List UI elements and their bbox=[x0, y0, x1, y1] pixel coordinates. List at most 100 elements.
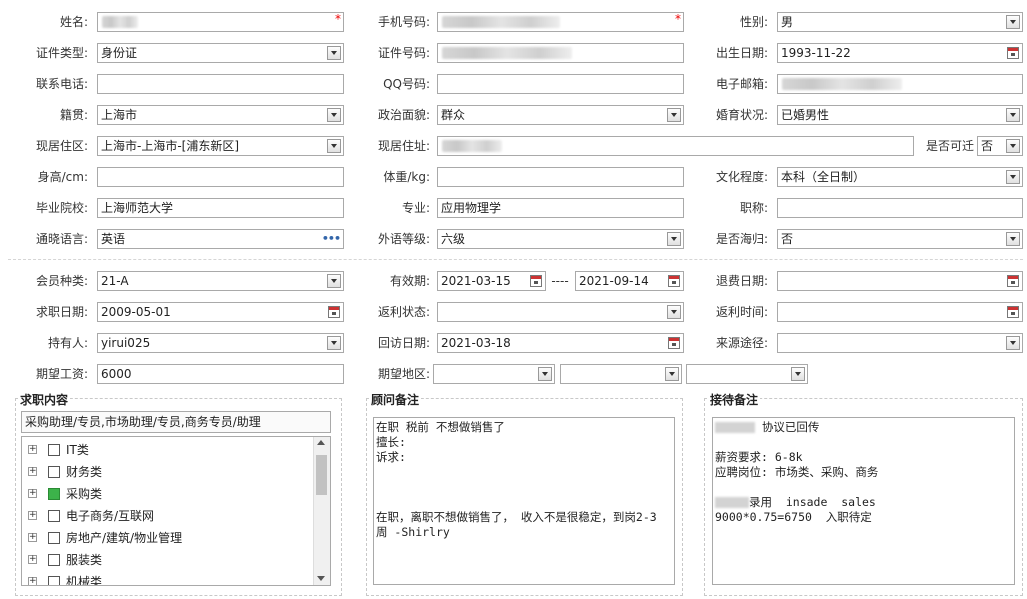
expand-icon[interactable]: + bbox=[28, 511, 37, 520]
tree-item-label: 服装类 bbox=[66, 553, 103, 567]
height-field[interactable] bbox=[97, 167, 344, 187]
calendar-icon[interactable] bbox=[668, 337, 680, 349]
language-field[interactable]: 英语 ••• bbox=[97, 229, 344, 249]
expand-icon[interactable]: + bbox=[28, 533, 37, 542]
refund-date-field[interactable] bbox=[777, 271, 1023, 291]
dropdown-icon[interactable] bbox=[667, 108, 681, 122]
tree-checkbox[interactable] bbox=[48, 466, 60, 478]
tree-checkbox[interactable] bbox=[48, 444, 60, 456]
member-type-select[interactable]: 21-A bbox=[97, 271, 344, 291]
holder-label: 持有人: bbox=[47, 336, 88, 350]
scroll-thumb[interactable] bbox=[316, 455, 327, 495]
lang-level-value: 六级 bbox=[441, 232, 466, 246]
dropdown-icon[interactable] bbox=[327, 139, 341, 153]
dropdown-icon[interactable] bbox=[667, 232, 681, 246]
tree-scrollbar[interactable] bbox=[313, 437, 330, 585]
overseas-select[interactable]: 否 bbox=[777, 229, 1023, 249]
email-field[interactable] bbox=[777, 74, 1023, 94]
dropdown-icon[interactable] bbox=[327, 108, 341, 122]
residence-area-value: 上海市-上海市-[浦东新区] bbox=[101, 139, 240, 153]
job-content-summary: 采购助理/专员,市场助理/专员,商务专员/助理 bbox=[21, 411, 331, 433]
relocate-select[interactable]: 否 bbox=[977, 136, 1023, 156]
tree-checkbox[interactable] bbox=[48, 488, 60, 500]
reception-calc-line: 9000*0.75=6750 入职待定 bbox=[715, 510, 872, 524]
scroll-up-icon[interactable] bbox=[317, 440, 325, 445]
job-category-tree[interactable]: + IT类 + 财务类 + 采购类 + 电子商务/互联网 + 房地产/建筑/物业管理 + 服装类 + 机械… bbox=[21, 436, 331, 586]
advisor-notes-textarea[interactable]: 在职 税前 不想做销售了 擅长: 诉求: 在职，离职不想做销售了， 收入不是很稳… bbox=[373, 417, 675, 585]
expand-icon[interactable]: + bbox=[28, 577, 37, 585]
dropdown-icon[interactable] bbox=[1006, 108, 1020, 122]
political-select[interactable]: 群众 bbox=[437, 105, 684, 125]
weight-field[interactable] bbox=[437, 167, 684, 187]
valid-start-field[interactable]: 2021-03-15 bbox=[437, 271, 546, 291]
scroll-down-icon[interactable] bbox=[317, 576, 325, 581]
calendar-icon[interactable] bbox=[1007, 306, 1019, 318]
member-type-value: 21-A bbox=[101, 274, 129, 288]
dropdown-icon[interactable] bbox=[1006, 15, 1020, 29]
dropdown-icon[interactable] bbox=[1006, 170, 1020, 184]
source-select[interactable] bbox=[777, 333, 1023, 353]
dropdown-icon[interactable] bbox=[665, 367, 679, 381]
calendar-icon[interactable] bbox=[328, 306, 340, 318]
more-icon[interactable]: ••• bbox=[322, 233, 341, 245]
expand-icon[interactable]: + bbox=[28, 555, 37, 564]
dropdown-icon[interactable] bbox=[1006, 139, 1020, 153]
marital-select[interactable]: 已婚男性 bbox=[777, 105, 1023, 125]
calendar-icon[interactable] bbox=[1007, 275, 1019, 287]
expand-icon[interactable]: + bbox=[28, 489, 37, 498]
mobile-field[interactable]: * bbox=[437, 12, 684, 32]
calendar-icon[interactable] bbox=[668, 275, 680, 287]
major-field[interactable]: 应用物理学 bbox=[437, 198, 684, 218]
phone-field[interactable] bbox=[97, 74, 344, 94]
lang-level-select[interactable]: 六级 bbox=[437, 229, 684, 249]
qq-field[interactable] bbox=[437, 74, 684, 94]
native-place-select[interactable]: 上海市 bbox=[97, 105, 344, 125]
id-number-field[interactable] bbox=[437, 43, 684, 63]
dropdown-icon[interactable] bbox=[667, 305, 681, 319]
expand-icon[interactable]: + bbox=[28, 445, 37, 454]
dropdown-icon[interactable] bbox=[791, 367, 805, 381]
tree-item-label: 电子商务/互联网 bbox=[66, 509, 155, 523]
region-city-select[interactable] bbox=[560, 364, 682, 384]
tree-checkbox[interactable] bbox=[48, 532, 60, 544]
salary-label: 期望工资: bbox=[35, 367, 88, 381]
calendar-icon[interactable] bbox=[530, 275, 542, 287]
birth-date-field[interactable]: 1993-11-22 bbox=[777, 43, 1023, 63]
tree-checkbox[interactable] bbox=[48, 554, 60, 566]
rebate-time-field[interactable] bbox=[777, 302, 1023, 322]
residence-area-select[interactable]: 上海市-上海市-[浦东新区] bbox=[97, 136, 344, 156]
valid-period-separator: ---- bbox=[551, 274, 569, 288]
section-divider bbox=[8, 259, 1023, 260]
tree-checkbox[interactable] bbox=[48, 576, 60, 585]
id-type-select[interactable]: 身份证 bbox=[97, 43, 344, 63]
title-field[interactable] bbox=[777, 198, 1023, 218]
residence-addr-field[interactable] bbox=[437, 136, 914, 156]
salary-field[interactable]: 6000 bbox=[97, 364, 344, 384]
name-field[interactable]: * bbox=[97, 12, 344, 32]
visit-date-field[interactable]: 2021-03-18 bbox=[437, 333, 684, 353]
dropdown-icon[interactable] bbox=[327, 274, 341, 288]
dropdown-icon[interactable] bbox=[538, 367, 552, 381]
expand-icon[interactable]: + bbox=[28, 467, 37, 476]
job-date-field[interactable]: 2009-05-01 bbox=[97, 302, 344, 322]
dropdown-icon[interactable] bbox=[1006, 232, 1020, 246]
name-label: 姓名: bbox=[59, 15, 88, 29]
dropdown-icon[interactable] bbox=[327, 46, 341, 60]
rebate-status-select[interactable] bbox=[437, 302, 684, 322]
relocate-value: 否 bbox=[981, 139, 994, 153]
valid-end-field[interactable]: 2021-09-14 bbox=[575, 271, 684, 291]
calendar-icon[interactable] bbox=[1007, 47, 1019, 59]
dropdown-icon[interactable] bbox=[327, 336, 341, 350]
region-province-select[interactable] bbox=[433, 364, 555, 384]
reception-body: 薪资要求: 6-8k 应聘岗位: 市场类、采购、商务 bbox=[715, 450, 879, 479]
reception-notes-textarea[interactable]: 协议已回传 薪资要求: 6-8k 应聘岗位: 市场类、采购、商务 录用 insa… bbox=[712, 417, 1015, 585]
education-select[interactable]: 本科（全日制） bbox=[777, 167, 1023, 187]
school-field[interactable]: 上海师范大学 bbox=[97, 198, 344, 218]
region-district-select[interactable] bbox=[686, 364, 808, 384]
dropdown-icon[interactable] bbox=[1006, 336, 1020, 350]
gender-select[interactable]: 男 bbox=[777, 12, 1023, 32]
tree-checkbox[interactable] bbox=[48, 510, 60, 522]
political-label: 政治面貌: bbox=[377, 108, 430, 122]
holder-select[interactable]: yirui025 bbox=[97, 333, 344, 353]
rebate-time-label: 返利时间: bbox=[715, 305, 768, 319]
